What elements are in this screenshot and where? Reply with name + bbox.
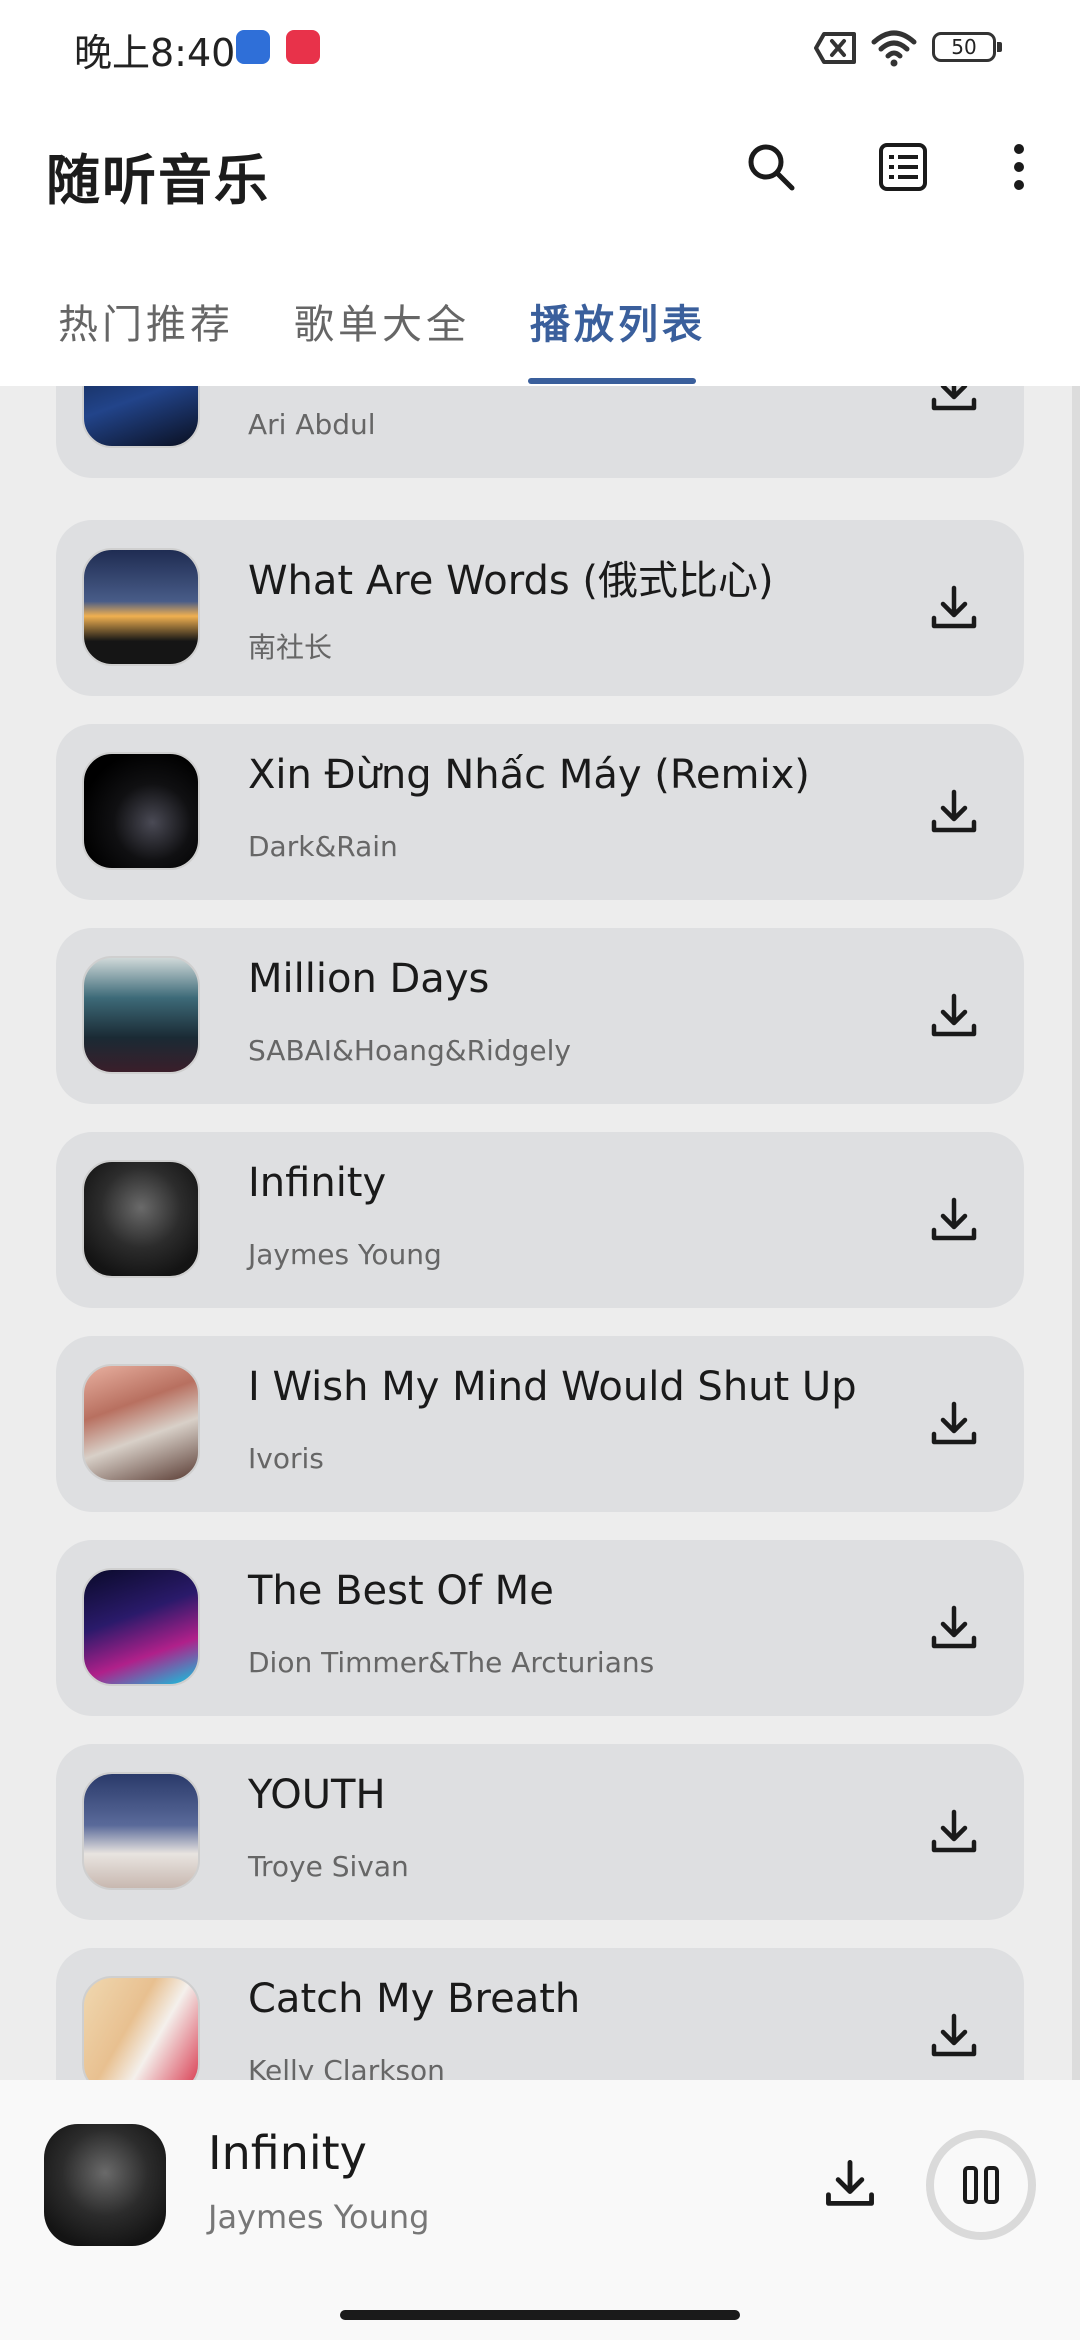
playlist[interactable]: Ari Abdul What Are Words (俄式比心) 南社长 Xin … — [0, 386, 1080, 2080]
download-icon[interactable] — [928, 1806, 980, 1858]
list-item[interactable]: YOUTH Troye Sivan — [56, 1744, 1024, 1920]
list-item[interactable]: The Best Of Me Dion Timmer&The Arcturian… — [56, 1540, 1024, 1716]
list-item[interactable]: Million Days SABAI&Hoang&Ridgely — [56, 928, 1024, 1104]
song-artist: Ivoris — [248, 1442, 324, 1475]
now-playing-cover[interactable] — [44, 2124, 166, 2246]
list-icon — [879, 143, 927, 191]
song-artist: Jaymes Young — [248, 1238, 442, 1271]
tab-bar: 热门推荐 歌单大全 播放列表 — [0, 292, 1080, 386]
album-cover — [82, 752, 200, 870]
sim-off-icon — [814, 32, 856, 64]
tab-playlists[interactable]: 歌单大全 — [294, 292, 470, 350]
list-item[interactable]: Ari Abdul — [56, 386, 1024, 478]
status-bar: 晚上8:40 50 — [0, 0, 1080, 96]
more-vertical-icon — [1014, 144, 1024, 190]
download-icon[interactable] — [928, 386, 980, 416]
song-title: YOUTH — [248, 1772, 386, 1818]
album-cover — [82, 548, 200, 666]
song-title: I Wish My Mind Would Shut Up — [248, 1364, 857, 1410]
battery-icon: 50 — [932, 32, 1002, 62]
album-cover — [82, 1976, 200, 2080]
status-time: 晚上8:40 — [74, 31, 236, 75]
download-icon[interactable] — [928, 1194, 980, 1246]
album-cover — [82, 956, 200, 1074]
scrollbar[interactable] — [1072, 386, 1080, 2080]
song-title: Catch My Breath — [248, 1976, 581, 2022]
download-icon[interactable] — [928, 1398, 980, 1450]
download-icon[interactable] — [928, 990, 980, 1042]
app-header: 随听音乐 热门推荐 歌单大全 播放列表 — [0, 96, 1080, 386]
app-title: 随听音乐 — [46, 149, 270, 212]
now-playing-artist: Jaymes Young — [208, 2198, 430, 2236]
song-title: Infinity — [248, 1160, 387, 1206]
download-icon[interactable] — [928, 582, 980, 634]
song-title: What Are Words (俄式比心) — [248, 558, 774, 604]
list-item[interactable]: Catch My Breath Kelly Clarkson — [56, 1948, 1024, 2080]
album-cover — [82, 1568, 200, 1686]
song-artist: 南社长 — [248, 631, 333, 664]
album-cover — [82, 1772, 200, 1890]
song-artist: Ari Abdul — [248, 408, 376, 441]
tab-hot-recommend[interactable]: 热门推荐 — [58, 292, 234, 350]
wifi-icon — [871, 30, 917, 67]
album-cover — [82, 386, 200, 448]
song-artist: Dark&Rain — [248, 830, 398, 863]
download-icon[interactable] — [822, 2156, 878, 2212]
song-artist: Kelly Clarkson — [248, 2054, 445, 2080]
more-options-button[interactable] — [984, 132, 1054, 202]
list-item[interactable]: Infinity Jaymes Young — [56, 1132, 1024, 1308]
list-item[interactable]: Xin Đừng Nhấc Máy (Remix) Dark&Rain — [56, 724, 1024, 900]
search-button[interactable] — [736, 132, 806, 202]
song-artist: SABAI&Hoang&Ridgely — [248, 1034, 571, 1067]
list-item[interactable]: I Wish My Mind Would Shut Up Ivoris — [56, 1336, 1024, 1512]
music-notification-icon — [236, 30, 270, 64]
active-tab-indicator — [528, 378, 696, 384]
home-indicator[interactable] — [340, 2310, 740, 2320]
tab-play-list[interactable]: 播放列表 — [530, 292, 706, 350]
download-icon[interactable] — [928, 2010, 980, 2062]
song-title: The Best Of Me — [248, 1568, 554, 1614]
pause-button[interactable] — [926, 2130, 1036, 2240]
now-playing-bar[interactable]: Infinity Jaymes Young — [0, 2080, 1080, 2340]
song-artist: Troye Sivan — [248, 1850, 409, 1883]
now-playing-title: Infinity — [208, 2126, 367, 2180]
album-cover — [82, 1160, 200, 1278]
download-icon[interactable] — [928, 786, 980, 838]
app-notification-icon — [286, 30, 320, 64]
list-view-button[interactable] — [868, 132, 938, 202]
song-title: Million Days — [248, 956, 490, 1002]
download-icon[interactable] — [928, 1602, 980, 1654]
list-item[interactable]: What Are Words (俄式比心) 南社长 — [56, 520, 1024, 696]
album-cover — [82, 1364, 200, 1482]
pause-icon — [963, 2166, 999, 2204]
song-artist: Dion Timmer&The Arcturians — [248, 1646, 655, 1679]
search-icon — [748, 144, 795, 191]
song-title: Xin Đừng Nhấc Máy (Remix) — [248, 752, 810, 798]
